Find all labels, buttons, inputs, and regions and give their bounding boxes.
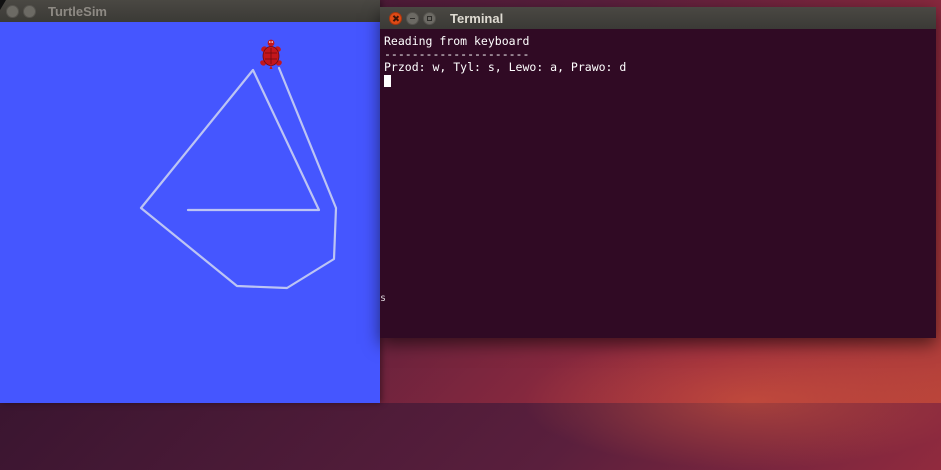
terminal-titlebar[interactable]: Terminal [380,7,936,29]
minimize-button[interactable] [23,4,36,18]
side-glyph: s [380,293,387,304]
terminal-window[interactable]: Terminal Reading from keyboard ---------… [380,7,936,338]
desktop-glow [520,330,941,470]
turtle-trail [139,66,338,290]
window-title: Terminal [450,10,504,26]
close-icon[interactable] [389,11,402,25]
window-title: TurtleSim [48,3,107,19]
close-button[interactable] [6,4,19,18]
minimize-icon[interactable] [406,11,419,25]
maximize-icon[interactable] [423,11,436,25]
turtle-canvas [0,22,380,403]
turtle-icon [260,39,282,69]
turtlesim-window[interactable]: TurtleSim [0,0,380,403]
mouse-pointer-icon [0,0,6,10]
text-cursor [384,75,391,87]
terminal-output[interactable]: Reading from keyboard ------------------… [384,29,936,338]
turtlesim-titlebar[interactable]: TurtleSim [0,0,380,22]
terminal-line: Przod: w, Tyl: s, Lewo: a, Prawo: d [384,60,627,74]
